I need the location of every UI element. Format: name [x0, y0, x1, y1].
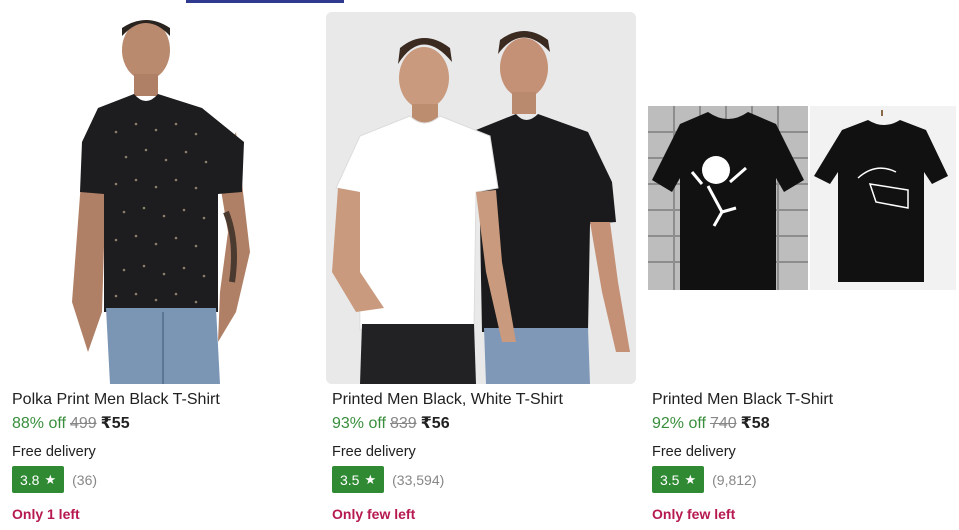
discount-percent: 92% off [652, 415, 706, 432]
product-photo-graphic-tshirts [646, 12, 956, 384]
original-price: 839 [389, 415, 417, 432]
product-title[interactable]: Printed Men Black T-Shirt [652, 390, 833, 410]
product-photo-two-tshirts [326, 12, 636, 384]
price-row: 88% off 499 ₹55 [12, 414, 130, 434]
selling-price: ₹56 [420, 415, 450, 432]
rating-badge: 3.8 ★ [12, 466, 65, 493]
product-grid: Polka Print Men Black T-Shirt 88% off 499… [0, 0, 959, 530]
rating-value: 3.5 [340, 471, 360, 488]
delivery-info: Free delivery [12, 444, 96, 460]
selling-price: ₹55 [100, 415, 130, 432]
product-photo-polka-tshirt [6, 12, 316, 384]
rating-row: 3.5 ★ (33,594) [332, 466, 444, 493]
review-count: (9,812) [712, 471, 757, 488]
rating-badge: 3.5 ★ [332, 466, 385, 493]
star-icon: ★ [364, 471, 377, 487]
product-image[interactable] [6, 12, 316, 384]
delivery-info: Free delivery [332, 444, 416, 460]
rating-row: 3.5 ★ (9,812) [652, 466, 756, 493]
review-count: (33,594) [392, 471, 445, 488]
selling-price: ₹58 [740, 415, 770, 432]
rating-row: 3.8 ★ (36) [12, 466, 97, 493]
stock-status: Only few left [652, 506, 736, 522]
rating-badge: 3.5 ★ [652, 466, 705, 493]
rating-value: 3.5 [660, 471, 680, 488]
product-image[interactable] [326, 12, 636, 384]
original-price: 499 [69, 415, 97, 432]
stock-status: Only few left [332, 506, 416, 522]
product-image[interactable] [646, 12, 956, 384]
price-row: 93% off 839 ₹56 [332, 414, 450, 434]
product-card[interactable]: Printed Men Black, White T-Shirt 93% off… [320, 0, 638, 530]
rating-value: 3.8 [20, 471, 40, 488]
original-price: 740 [709, 415, 737, 432]
stock-status: Only 1 left [12, 506, 80, 522]
price-row: 92% off 740 ₹58 [652, 414, 770, 434]
delivery-info: Free delivery [652, 444, 736, 460]
discount-percent: 93% off [332, 415, 386, 432]
product-title[interactable]: Printed Men Black, White T-Shirt [332, 390, 563, 410]
star-icon: ★ [684, 471, 697, 487]
product-card[interactable]: Polka Print Men Black T-Shirt 88% off 499… [0, 0, 318, 530]
review-count: (36) [72, 471, 98, 488]
product-title[interactable]: Polka Print Men Black T-Shirt [12, 390, 220, 410]
star-icon: ★ [44, 471, 57, 487]
product-card[interactable]: Printed Men Black T-Shirt 92% off 740 ₹58 … [640, 0, 958, 530]
discount-percent: 88% off [12, 415, 66, 432]
